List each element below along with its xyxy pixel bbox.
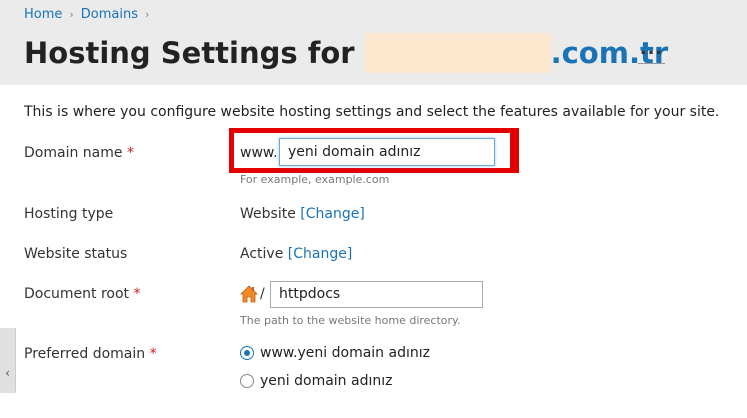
chevron-left-icon: ‹ <box>5 366 10 380</box>
website-status-change-link[interactable]: [Change] <box>288 246 353 262</box>
preferred-domain-bare-label[interactable]: yeni domain adınız <box>260 373 392 389</box>
domain-name-input[interactable]: yeni domain adınız <box>279 138 495 166</box>
breadcrumb: Home › Domains › <box>24 7 156 22</box>
more-actions-button[interactable]: ... <box>638 40 665 64</box>
document-root-label-text: Document root <box>24 286 130 302</box>
website-status-text: Active <box>240 246 284 262</box>
preferred-domain-bare-radio[interactable] <box>240 374 254 388</box>
page-title: Hosting Settings for .com.tr <box>24 33 668 73</box>
intro-text: This is where you configure website host… <box>24 104 720 120</box>
hosting-type-value: Website [Change] <box>240 206 365 222</box>
sidebar-collapse-tab[interactable]: ‹ <box>0 328 16 393</box>
breadcrumb-separator: › <box>69 8 74 21</box>
required-marker: * <box>149 346 157 362</box>
preferred-domain-www-label[interactable]: www.yeni domain adınız <box>260 345 430 361</box>
website-status-label: Website status <box>24 246 128 262</box>
required-marker: * <box>133 286 141 302</box>
domain-name-label: Domain name * <box>24 145 134 161</box>
breadcrumb-domains-link[interactable]: Domains <box>81 7 138 22</box>
preferred-domain-label: Preferred domain * <box>24 346 157 362</box>
www-prefix: www. <box>240 145 278 161</box>
hosting-type-label: Hosting type <box>24 206 114 222</box>
document-root-input[interactable]: httpdocs <box>270 281 483 308</box>
preferred-domain-label-text: Preferred domain <box>24 346 146 362</box>
website-status-value: Active [Change] <box>240 246 352 262</box>
domain-name-label-text: Domain name <box>24 145 123 161</box>
required-marker: * <box>126 145 134 161</box>
domain-name-hint: For example, example.com <box>240 173 390 186</box>
page-header: Home › Domains › Hosting Settings for .c… <box>0 0 747 85</box>
preferred-domain-www-radio[interactable] <box>240 346 254 360</box>
breadcrumb-home-link[interactable]: Home <box>24 7 62 22</box>
highlight-box-tab <box>505 128 519 173</box>
home-icon <box>240 285 258 303</box>
document-root-hint: The path to the website home directory. <box>240 314 461 327</box>
document-root-label: Document root * <box>24 286 141 302</box>
path-separator: / <box>260 286 265 302</box>
redacted-domain <box>364 33 551 73</box>
breadcrumb-separator: › <box>145 8 150 21</box>
page-title-prefix: Hosting Settings for <box>24 36 355 70</box>
hosting-type-change-link[interactable]: [Change] <box>300 206 365 222</box>
hosting-type-text: Website <box>240 206 296 222</box>
